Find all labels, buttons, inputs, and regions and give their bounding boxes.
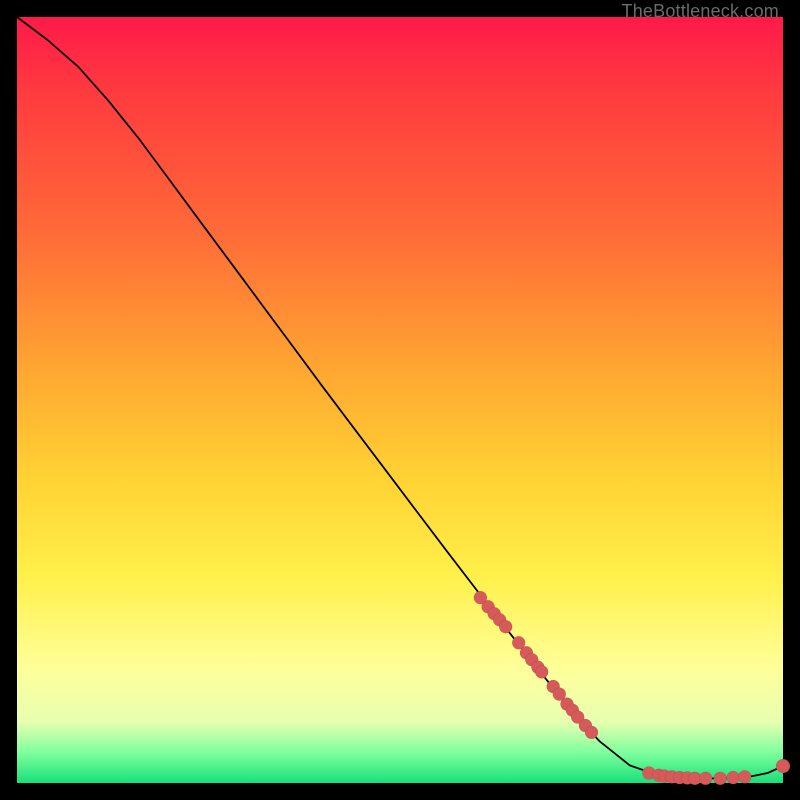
bottleneck-curve	[17, 17, 783, 778]
curve-marker	[738, 770, 751, 783]
curve-marker	[714, 772, 727, 785]
curve-marker	[776, 759, 790, 773]
curve-marker	[727, 771, 740, 784]
curve-marker	[499, 620, 512, 633]
curve-marker	[699, 772, 712, 785]
curve-marker	[535, 665, 548, 678]
chart-svg	[17, 17, 783, 783]
chart-frame: TheBottleneck.com	[17, 17, 783, 783]
curve-marker	[585, 726, 598, 739]
curve-markers	[474, 591, 790, 785]
